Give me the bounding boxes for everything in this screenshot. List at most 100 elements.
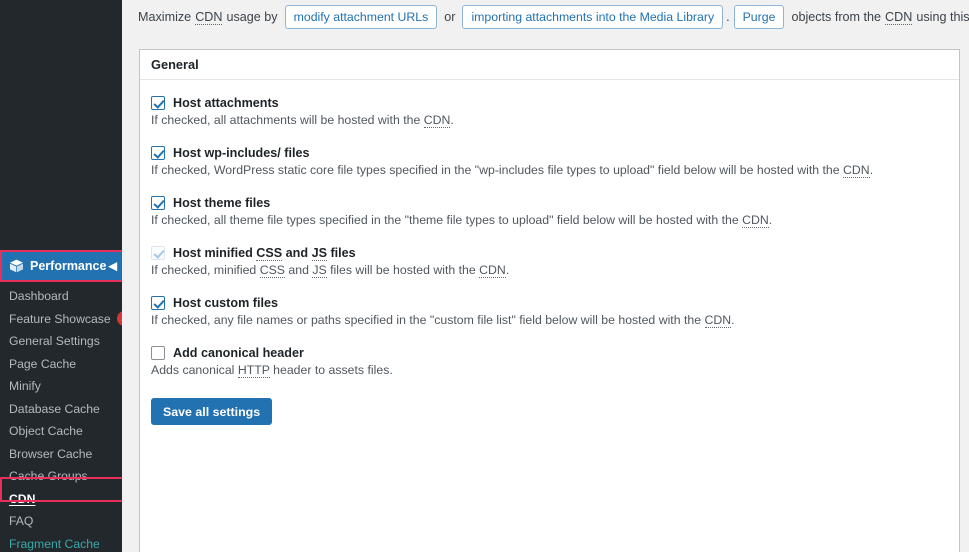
host-custom-files-label: Host custom files: [173, 296, 278, 310]
cdn-abbr: CDN: [424, 113, 451, 128]
field-row[interactable]: Add canonical header: [151, 346, 959, 360]
host-custom-files-description: If checked, any file names or paths spec…: [151, 313, 959, 327]
host-attachments-checkbox[interactable]: [151, 96, 165, 110]
desc-text: If checked, WordPress static core file t…: [151, 163, 840, 177]
sidebar-item-label: Object Cache: [9, 424, 83, 438]
general-settings-panel: General Host attachments If checked, all…: [139, 49, 960, 552]
cdn-abbr: CDN: [885, 10, 912, 25]
sidebar-item-label: General Settings: [9, 334, 100, 348]
field-host-wp-includes: Host wp-includes/ files If checked, Word…: [151, 146, 959, 177]
sidebar-item-dashboard[interactable]: Dashboard: [0, 285, 122, 308]
field-row[interactable]: Host theme files: [151, 196, 959, 210]
desc-text: If checked, any file names or paths spec…: [151, 313, 701, 327]
field-host-custom-files: Host custom files If checked, any file n…: [151, 296, 959, 327]
desc-text: If checked, minified: [151, 263, 256, 277]
import-attachments-button[interactable]: importing attachments into the Media Lib…: [462, 5, 723, 29]
add-canonical-header-description: Adds canonical HTTP header to assets fil…: [151, 363, 959, 377]
sidebar-item-general-settings[interactable]: General Settings: [0, 330, 122, 353]
host-custom-files-checkbox[interactable]: [151, 296, 165, 310]
desc-text: If checked, all theme file types specifi…: [151, 213, 739, 227]
sidebar-item-label: Page Cache: [9, 357, 76, 371]
host-theme-files-label: Host theme files: [173, 196, 270, 210]
modify-attachment-urls-button[interactable]: modify attachment URLs: [285, 5, 438, 29]
host-wp-includes-checkbox[interactable]: [151, 146, 165, 160]
host-theme-files-description: If checked, all theme file types specifi…: [151, 213, 959, 227]
host-wp-includes-label: Host wp-includes/ files: [173, 146, 309, 160]
notification-badge: 2: [117, 311, 122, 326]
panel-title: General: [140, 50, 959, 80]
sidebar-item-browser-cache[interactable]: Browser Cache: [0, 443, 122, 466]
sidebar-item-fragment-cache[interactable]: Fragment Cache: [0, 533, 122, 552]
desc-text: Adds canonical: [151, 363, 234, 377]
cdn-abbr: CDN: [705, 313, 732, 328]
sidebar-item-minify[interactable]: Minify: [0, 375, 122, 398]
field-add-canonical-header: Add canonical header Adds canonical HTTP…: [151, 346, 959, 377]
sidebar-top-spacer: [0, 0, 122, 252]
css-abbr: CSS: [256, 246, 282, 261]
cdn-abbr: CDN: [479, 263, 506, 278]
field-row[interactable]: Host wp-includes/ files: [151, 146, 959, 160]
desc-period: .: [731, 313, 734, 327]
http-abbr: HTTP: [238, 363, 270, 378]
cdn-abbr: CDN: [742, 213, 769, 228]
admin-page: Performance ◀ Dashboard Feature Showcase…: [0, 0, 969, 552]
sidebar-item-cdn[interactable]: CDN: [0, 488, 122, 511]
cdn-abbr: CDN: [843, 163, 870, 178]
sidebar-item-label: Browser Cache: [9, 447, 92, 461]
host-attachments-description: If checked, all attachments will be host…: [151, 113, 959, 127]
notice-period-1: .: [726, 10, 730, 24]
chevron-left-icon[interactable]: ◀: [109, 260, 117, 273]
notice-lead-text: Maximize: [138, 10, 191, 24]
sidebar-header-label: Performance: [30, 259, 106, 273]
save-all-settings-button[interactable]: Save all settings: [151, 398, 272, 425]
notice-mid-rest: using this tool or: [916, 10, 969, 24]
sidebar-item-label: Dashboard: [9, 289, 69, 303]
host-attachments-label: Host attachments: [173, 96, 279, 110]
sidebar-item-object-cache[interactable]: Object Cache: [0, 420, 122, 443]
label-part: and: [282, 246, 311, 260]
sidebar-item-page-cache[interactable]: Page Cache: [0, 353, 122, 376]
cube-icon: [9, 259, 24, 273]
sidebar-item-cache-groups[interactable]: Cache Groups: [0, 465, 122, 488]
sidebar-item-label: Fragment Cache: [9, 537, 100, 551]
desc-period: .: [450, 113, 453, 127]
host-minified-label: Host minified CSS and JS files: [173, 246, 356, 260]
notice-or-text: or: [444, 10, 455, 24]
label-part: files: [327, 246, 356, 260]
admin-sidebar: Performance ◀ Dashboard Feature Showcase…: [0, 0, 122, 552]
notice-lead-rest: usage by: [226, 10, 277, 24]
sidebar-item-label: Database Cache: [9, 402, 100, 416]
panel-body: Host attachments If checked, all attachm…: [140, 80, 959, 425]
label-part: Host minified: [173, 246, 256, 260]
cdn-abbr: CDN: [195, 10, 222, 25]
js-abbr: JS: [312, 246, 327, 261]
host-minified-checkbox[interactable]: [151, 246, 165, 260]
add-canonical-header-checkbox[interactable]: [151, 346, 165, 360]
field-row[interactable]: Host minified CSS and JS files: [151, 246, 959, 260]
desc-text: files will be hosted with the: [330, 263, 476, 277]
sidebar-item-feature-showcase[interactable]: Feature Showcase 2: [0, 308, 122, 331]
js-abbr: JS: [312, 263, 326, 278]
sidebar-header-performance[interactable]: Performance ◀: [0, 252, 122, 280]
cdn-tools-notice: Maximize CDN usage by modify attachment …: [127, 0, 969, 34]
sidebar-item-database-cache[interactable]: Database Cache: [0, 398, 122, 421]
sidebar-item-label: Feature Showcase: [9, 312, 111, 326]
host-minified-description: If checked, minified CSS and JS files wi…: [151, 263, 959, 277]
field-host-theme-files: Host theme files If checked, all theme f…: [151, 196, 959, 227]
sidebar-item-label: Minify: [9, 379, 41, 393]
field-host-minified: Host minified CSS and JS files If checke…: [151, 246, 959, 277]
sidebar-item-label: Cache Groups: [9, 469, 88, 483]
field-row[interactable]: Host attachments: [151, 96, 959, 110]
field-host-attachments: Host attachments If checked, all attachm…: [151, 96, 959, 127]
sidebar-item-faq[interactable]: FAQ: [0, 510, 122, 533]
host-theme-files-checkbox[interactable]: [151, 196, 165, 210]
notice-mid-text: objects from the: [791, 10, 881, 24]
css-abbr: CSS: [260, 263, 285, 278]
desc-text: and: [288, 263, 309, 277]
desc-period: .: [506, 263, 509, 277]
desc-period: .: [870, 163, 873, 177]
field-row[interactable]: Host custom files: [151, 296, 959, 310]
purge-button[interactable]: Purge: [734, 5, 785, 29]
host-wp-includes-description: If checked, WordPress static core file t…: [151, 163, 959, 177]
add-canonical-header-label: Add canonical header: [173, 346, 304, 360]
